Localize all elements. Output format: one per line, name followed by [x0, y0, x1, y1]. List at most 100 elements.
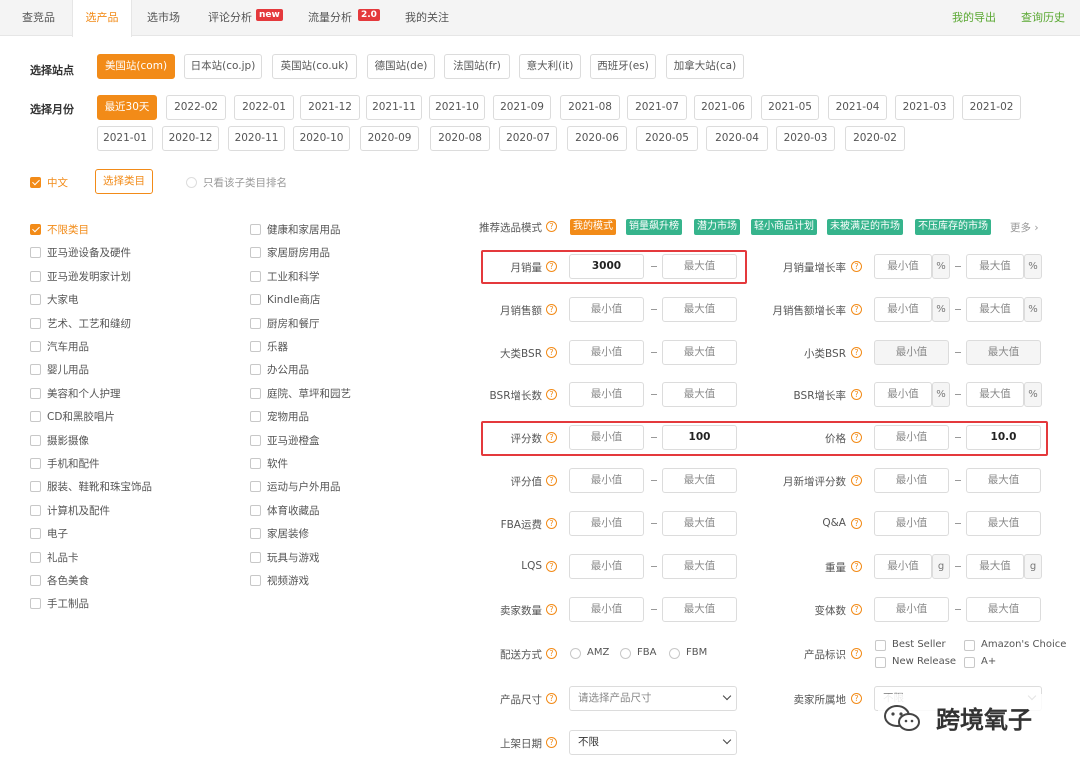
- tab-competitor[interactable]: 查竞品: [22, 0, 55, 36]
- category-label[interactable]: 手机和配件: [47, 456, 100, 471]
- category-checkbox[interactable]: [250, 387, 261, 399]
- mode-option[interactable]: 轻小商品计划: [751, 219, 817, 235]
- month-option[interactable]: 2021-10: [429, 95, 485, 120]
- category-checkbox[interactable]: [30, 341, 41, 352]
- help-icon[interactable]: ?: [546, 518, 557, 529]
- month-option[interactable]: 最近30天: [97, 95, 157, 120]
- filter-max-input[interactable]: 最大值: [966, 382, 1024, 407]
- help-icon[interactable]: ?: [851, 304, 862, 315]
- month-option[interactable]: 2020-08: [430, 126, 490, 151]
- category-checkbox[interactable]: [250, 458, 261, 469]
- category-label[interactable]: 大家电: [47, 292, 79, 307]
- filter-min-input[interactable]: 最小值: [569, 382, 644, 407]
- help-icon[interactable]: ?: [546, 604, 557, 615]
- only-subcategory-radio[interactable]: [186, 177, 197, 188]
- filter-min-input[interactable]: 最小值: [569, 468, 644, 493]
- month-option[interactable]: 2020-06: [567, 126, 627, 151]
- tab-select-market[interactable]: 选市场: [147, 0, 180, 36]
- category-checkbox[interactable]: [30, 551, 41, 563]
- filter-max-input[interactable]: 最大值: [662, 511, 737, 536]
- month-option[interactable]: 2020-12: [162, 126, 219, 151]
- delivery-radio[interactable]: [570, 648, 581, 659]
- category-label[interactable]: 软件: [267, 456, 288, 471]
- category-checkbox[interactable]: [250, 434, 261, 446]
- help-icon[interactable]: ?: [851, 648, 862, 659]
- month-option[interactable]: 2021-08: [560, 95, 620, 120]
- filter-max-input[interactable]: 最大值: [966, 468, 1041, 493]
- category-checkbox[interactable]: [30, 387, 41, 399]
- help-icon[interactable]: ?: [851, 693, 862, 704]
- category-label[interactable]: 服装、鞋靴和珠宝饰品: [47, 479, 152, 494]
- category-checkbox[interactable]: [250, 247, 261, 259]
- category-checkbox[interactable]: [30, 294, 41, 306]
- filter-min-input[interactable]: 最小值: [569, 597, 644, 622]
- category-label[interactable]: 厨房和餐厅: [267, 316, 320, 331]
- filter-min-input[interactable]: 最小值: [874, 511, 949, 536]
- filter-min-input[interactable]: 最小值: [874, 297, 932, 322]
- category-checkbox[interactable]: [250, 224, 261, 235]
- category-label[interactable]: 手工制品: [47, 596, 89, 611]
- category-checkbox[interactable]: [30, 224, 41, 235]
- category-label[interactable]: 运动与户外用品: [267, 479, 341, 494]
- category-checkbox[interactable]: [30, 411, 41, 423]
- category-checkbox[interactable]: [250, 411, 261, 423]
- site-option[interactable]: 英国站(co.uk): [272, 54, 357, 79]
- filter-max-input[interactable]: 最大值: [662, 297, 737, 322]
- help-icon[interactable]: ?: [546, 561, 557, 572]
- category-label[interactable]: 工业和科学: [267, 269, 320, 284]
- tab-my-follow[interactable]: 我的关注: [405, 0, 449, 36]
- category-checkbox[interactable]: [30, 317, 41, 329]
- category-label[interactable]: 婴儿用品: [47, 362, 89, 377]
- category-label[interactable]: 礼品卡: [47, 550, 79, 565]
- month-option[interactable]: 2021-01: [97, 126, 153, 151]
- category-checkbox[interactable]: [250, 341, 261, 352]
- category-checkbox[interactable]: [250, 317, 261, 329]
- category-label[interactable]: 视频游戏: [267, 573, 309, 588]
- tab-review-analysis[interactable]: 评论分析: [208, 0, 252, 36]
- size-select[interactable]: 请选择产品尺寸: [569, 686, 737, 711]
- category-label[interactable]: 摄影摄像: [47, 433, 89, 448]
- category-checkbox[interactable]: [30, 575, 41, 586]
- month-option[interactable]: 2020-03: [776, 126, 835, 151]
- category-checkbox[interactable]: [30, 270, 41, 282]
- tag-checkbox[interactable]: [964, 657, 975, 668]
- site-option[interactable]: 意大利(it): [519, 54, 581, 79]
- month-option[interactable]: 2021-11: [366, 95, 422, 120]
- tab-select-product[interactable]: 选产品: [72, 0, 132, 37]
- delivery-radio[interactable]: [669, 648, 680, 659]
- query-history-link[interactable]: 查询历史: [1021, 0, 1065, 36]
- filter-max-input[interactable]: 最大值: [662, 340, 737, 365]
- filter-max-input[interactable]: 最大值: [662, 468, 737, 493]
- mode-option[interactable]: 销量飙升榜: [626, 219, 682, 235]
- my-export-link[interactable]: 我的导出: [952, 0, 996, 36]
- month-option[interactable]: 2020-07: [499, 126, 557, 151]
- help-icon[interactable]: ?: [851, 561, 862, 572]
- filter-min-input[interactable]: 最小值: [569, 297, 644, 322]
- filter-max-input[interactable]: 最大值: [966, 554, 1024, 579]
- month-option[interactable]: 2022-01: [234, 95, 294, 120]
- site-option[interactable]: 加拿大站(ca): [666, 54, 744, 79]
- help-icon[interactable]: ?: [546, 347, 557, 358]
- filter-max-input[interactable]: 最大值: [662, 597, 737, 622]
- help-icon[interactable]: ?: [546, 389, 557, 400]
- month-option[interactable]: 2021-12: [300, 95, 360, 120]
- filter-min-input[interactable]: 最小值: [569, 340, 644, 365]
- category-checkbox[interactable]: [250, 364, 261, 376]
- help-icon[interactable]: ?: [851, 389, 862, 400]
- category-label[interactable]: 宠物用品: [267, 409, 309, 424]
- category-checkbox[interactable]: [250, 504, 261, 516]
- site-option[interactable]: 法国站(fr): [444, 54, 510, 79]
- mode-option[interactable]: 不压库存的市场: [915, 219, 991, 235]
- help-icon[interactable]: ?: [851, 347, 862, 358]
- choose-category-button[interactable]: 选择类目: [95, 169, 153, 194]
- month-option[interactable]: 2021-02: [962, 95, 1021, 120]
- tab-traffic-analysis[interactable]: 流量分析: [308, 0, 352, 36]
- delivery-radio[interactable]: [620, 648, 631, 659]
- mode-option[interactable]: 潜力市场: [694, 219, 740, 235]
- month-option[interactable]: 2020-05: [636, 126, 698, 151]
- mode-option[interactable]: 未被满足的市场: [827, 219, 903, 235]
- category-label[interactable]: 家居装修: [267, 526, 309, 541]
- category-checkbox[interactable]: [30, 434, 41, 446]
- help-icon[interactable]: ?: [851, 475, 862, 486]
- listed-date-select[interactable]: 不限: [569, 730, 737, 755]
